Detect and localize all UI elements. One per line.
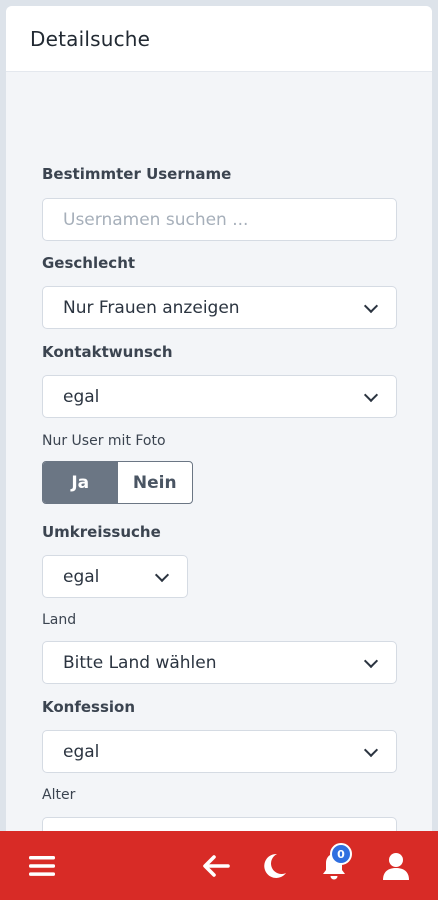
- profile-button[interactable]: [376, 831, 416, 900]
- menu-button[interactable]: [22, 831, 62, 900]
- gender-label: Geschlecht: [42, 254, 136, 272]
- country-label: Land: [42, 612, 77, 628]
- radius-label: Umkreissuche: [42, 523, 161, 541]
- country-select[interactable]: Bitte Land wählen: [42, 641, 397, 684]
- username-input[interactable]: Usernamen suchen ...: [42, 198, 397, 241]
- username-placeholder: Usernamen suchen ...: [63, 209, 249, 230]
- moon-icon: [264, 853, 286, 878]
- photo-only-toggle: Ja Nein: [42, 461, 193, 504]
- chevron-down-icon: [363, 298, 379, 313]
- confession-label: Konfession: [42, 698, 136, 716]
- country-value: Bitte Land wählen: [63, 652, 217, 673]
- menu-icon: [29, 855, 55, 876]
- notifications-button[interactable]: 0: [312, 831, 356, 900]
- chevron-down-icon: [363, 653, 379, 668]
- dark-mode-button[interactable]: [254, 831, 294, 900]
- contact-wish-label: Kontaktwunsch: [42, 343, 173, 361]
- photo-only-label: Nur User mit Foto: [42, 433, 166, 449]
- age-label: Alter: [42, 787, 76, 803]
- chevron-down-icon: [363, 387, 379, 402]
- contact-wish-select[interactable]: egal: [42, 375, 397, 418]
- gender-select[interactable]: Nur Frauen anzeigen: [42, 286, 397, 329]
- contact-wish-value: egal: [63, 386, 100, 407]
- radius-select[interactable]: egal: [42, 555, 188, 598]
- chevron-down-icon: [363, 742, 379, 757]
- user-icon: [383, 852, 409, 880]
- back-arrow-icon: [203, 854, 230, 877]
- radius-value: egal: [63, 566, 100, 587]
- gender-value: Nur Frauen anzeigen: [63, 297, 240, 318]
- detail-search-card: Detailsuche Bestimmter Username Username…: [6, 6, 432, 836]
- page-title: Detailsuche: [30, 26, 151, 51]
- chevron-down-icon: [154, 567, 170, 582]
- photo-no-button[interactable]: Nein: [118, 462, 193, 503]
- confession-value: egal: [63, 741, 100, 762]
- username-label: Bestimmter Username: [42, 165, 232, 183]
- bottom-nav-bar: 0: [0, 831, 438, 900]
- card-header: Detailsuche: [6, 6, 432, 72]
- confession-select[interactable]: egal: [42, 730, 397, 773]
- photo-yes-button[interactable]: Ja: [43, 462, 118, 503]
- back-button[interactable]: [196, 831, 236, 900]
- notification-count-badge: 0: [330, 843, 352, 865]
